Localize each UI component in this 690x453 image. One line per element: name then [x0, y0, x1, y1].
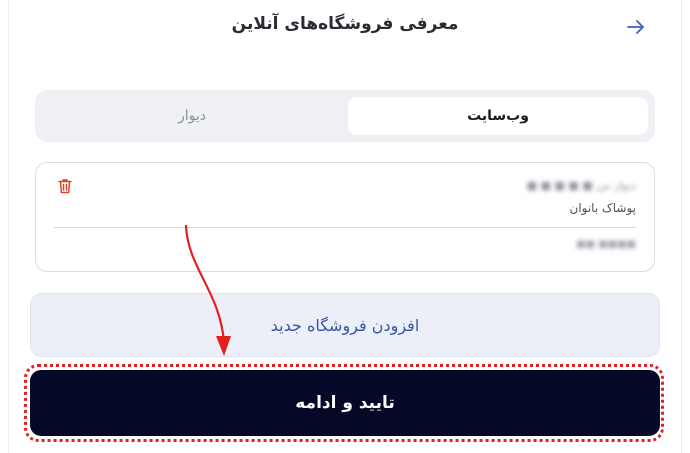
divider	[54, 227, 636, 228]
trash-icon	[58, 179, 72, 194]
arrow-right-icon	[627, 20, 644, 34]
tab-website[interactable]: وب‌سایت	[348, 97, 648, 135]
store-link: ■■■■ ■■	[576, 239, 636, 250]
store-name: دیوار من ■ ■ ■ ■ ■	[526, 179, 636, 192]
delete-store-button[interactable]	[56, 177, 74, 195]
tab-divar[interactable]: دیوار	[42, 97, 342, 135]
store-category: پوشاک بانوان	[569, 201, 637, 215]
back-button[interactable]	[622, 14, 650, 40]
page-title: معرفی فروشگاه‌های آنلاین	[231, 14, 459, 34]
confirm-continue-button[interactable]: تایید و ادامه	[30, 370, 660, 436]
store-type-tabs: دیوار وب‌سایت	[35, 90, 655, 142]
store-card: دیوار من ■ ■ ■ ■ ■ پوشاک بانوان ■■■■ ■■	[35, 162, 655, 272]
header: معرفی فروشگاه‌های آنلاین	[0, 0, 690, 52]
add-store-button[interactable]: افزودن فروشگاه جدید	[30, 293, 660, 357]
